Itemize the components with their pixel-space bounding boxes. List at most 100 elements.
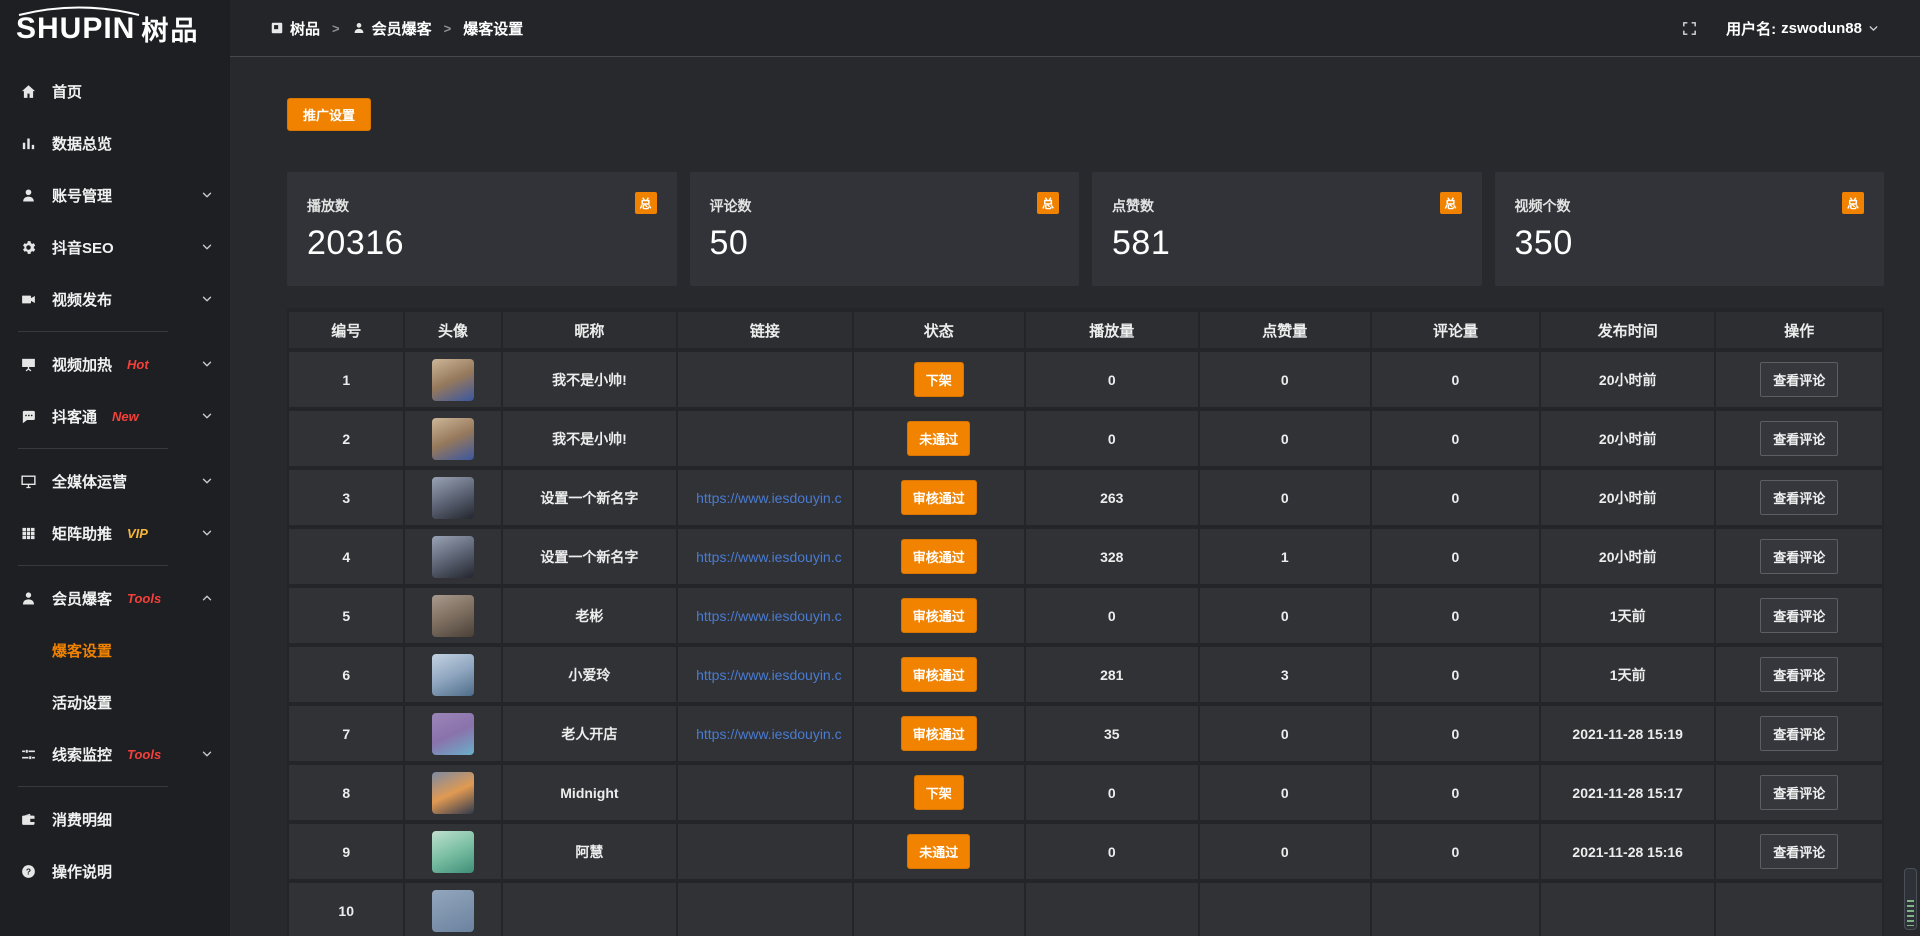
column-header-6: 点赞量 xyxy=(1199,310,1371,350)
sidebar-item-douyin-seo[interactable]: 抖音SEO xyxy=(0,221,230,273)
column-header-8: 发布时间 xyxy=(1540,310,1715,350)
cell-publish-time: 2021-11-28 15:16 xyxy=(1540,822,1715,881)
cell-comments: 0 xyxy=(1371,409,1540,468)
status-button[interactable]: 审核通过 xyxy=(901,480,977,515)
status-button[interactable]: 审核通过 xyxy=(901,716,977,751)
sidebar-item-account-manage[interactable]: 账号管理 xyxy=(0,169,230,221)
chevron-down-icon xyxy=(200,188,214,202)
sidebar-item-consume-detail[interactable]: 消费明细 xyxy=(0,793,230,845)
view-comments-button[interactable]: 查看评论 xyxy=(1760,834,1838,869)
avatar xyxy=(432,359,474,401)
member-icon xyxy=(20,590,37,607)
cell-actions: 查看评论 xyxy=(1715,645,1883,704)
cell-publish-time: 1天前 xyxy=(1540,645,1715,704)
sidebar-item-video-publish[interactable]: 视频发布 xyxy=(0,273,230,325)
breadcrumb-label: 爆客设置 xyxy=(463,18,523,39)
table-row: 10 xyxy=(288,881,1883,936)
view-comments-button[interactable]: 查看评论 xyxy=(1760,598,1838,633)
cell-avatar xyxy=(404,468,501,527)
brand-logo[interactable]: SHUPIN 树品 xyxy=(0,0,230,57)
sidebar-item-label: 操作说明 xyxy=(52,861,112,882)
sidebar-item-label: 视频加热 xyxy=(52,354,112,375)
sidebar-item-operation-guide[interactable]: 操作说明 xyxy=(0,845,230,897)
sidebar-item-video-heat[interactable]: 视频加热 Hot xyxy=(0,338,230,390)
cell-actions: 查看评论 xyxy=(1715,763,1883,822)
sidebar-item-data-overview[interactable]: 数据总览 xyxy=(0,117,230,169)
cell-likes: 0 xyxy=(1199,704,1371,763)
cell-publish-time: 20小时前 xyxy=(1540,409,1715,468)
status-button[interactable]: 审核通过 xyxy=(901,657,977,692)
table-row: 9 阿慧 未通过 0 0 0 2021-11-28 15:16 查看评论 xyxy=(288,822,1883,881)
stat-total-badge: 总 xyxy=(635,192,657,214)
chevron-down-icon xyxy=(200,240,214,254)
status-button[interactable]: 未通过 xyxy=(907,421,970,456)
cell-comments xyxy=(1371,881,1540,936)
view-comments-button[interactable]: 查看评论 xyxy=(1760,421,1838,456)
chevron-down-icon xyxy=(200,409,214,423)
stat-total-badge: 总 xyxy=(1440,192,1462,214)
avatar xyxy=(432,477,474,519)
sidebar-item-media-operation[interactable]: 全媒体运营 xyxy=(0,455,230,507)
breadcrumb-item[interactable]: 爆客设置 xyxy=(463,18,523,39)
status-button[interactable]: 下架 xyxy=(914,775,964,810)
widget-stripes xyxy=(1907,900,1914,926)
link-text[interactable]: https://www.iesdouyin.c xyxy=(678,549,851,565)
stat-card: 点赞数 581 总 xyxy=(1092,172,1482,286)
promo-settings-button[interactable]: 推广设置 xyxy=(287,98,371,131)
link-text[interactable]: https://www.iesdouyin.c xyxy=(678,726,851,742)
chevron-down-icon xyxy=(1867,22,1880,35)
status-button[interactable]: 审核通过 xyxy=(901,539,977,574)
chevron-down-icon xyxy=(200,474,214,488)
cell-status: 审核通过 xyxy=(853,527,1025,586)
view-comments-button[interactable]: 查看评论 xyxy=(1760,716,1838,751)
chevron-down-icon xyxy=(200,526,214,540)
sidebar-item-member-baoke[interactable]: 会员爆客 Tools xyxy=(0,572,230,624)
stat-value: 350 xyxy=(1515,224,1865,263)
cell-link xyxy=(677,881,852,936)
user-menu[interactable]: 用户名: zswodun88 xyxy=(1726,18,1880,39)
status-button[interactable]: 下架 xyxy=(914,362,964,397)
view-comments-button[interactable]: 查看评论 xyxy=(1760,362,1838,397)
sliders-icon xyxy=(20,746,37,763)
cell-nickname: 老彬 xyxy=(502,586,677,645)
grid-icon xyxy=(20,525,37,542)
view-comments-button[interactable]: 查看评论 xyxy=(1760,775,1838,810)
breadcrumb-item[interactable]: 会员爆客 xyxy=(352,18,432,39)
sidebar-item-douketong[interactable]: 抖客通 New xyxy=(0,390,230,442)
link-text[interactable]: https://www.iesdouyin.c xyxy=(678,608,851,624)
sidebar-subitem-activity-settings[interactable]: 活动设置 xyxy=(0,676,230,728)
table-header-row: 编号头像昵称链接状态播放量点赞量评论量发布时间操作 xyxy=(288,310,1883,350)
menu-divider xyxy=(18,565,168,566)
link-text[interactable]: https://www.iesdouyin.c xyxy=(678,667,851,683)
avatar xyxy=(432,713,474,755)
fullscreen-icon[interactable] xyxy=(1681,20,1698,37)
stat-value: 20316 xyxy=(307,224,657,263)
sidebar-subitem-baoke-settings[interactable]: 爆客设置 xyxy=(0,624,230,676)
cell-id: 8 xyxy=(288,763,404,822)
breadcrumb-separator: > xyxy=(444,21,452,36)
sidebar-item-clue-monitor[interactable]: 线索监控 Tools xyxy=(0,728,230,780)
sidebar-item-label: 抖客通 xyxy=(52,406,97,427)
status-button[interactable]: 审核通过 xyxy=(901,598,977,633)
cell-actions: 查看评论 xyxy=(1715,527,1883,586)
status-button[interactable]: 未通过 xyxy=(907,834,970,869)
cell-nickname: 老人开店 xyxy=(502,704,677,763)
sidebar-item-matrix-boost[interactable]: 矩阵助推 VIP xyxy=(0,507,230,559)
sidebar-item-label: 会员爆客 xyxy=(52,588,112,609)
cell-nickname xyxy=(502,881,677,936)
sidebar-item-badge: Tools xyxy=(127,591,161,606)
link-text[interactable]: https://www.iesdouyin.c xyxy=(678,490,851,506)
breadcrumb-label: 树品 xyxy=(290,18,320,39)
chevron-down-icon xyxy=(200,357,214,371)
stat-total-badge: 总 xyxy=(1037,192,1059,214)
view-comments-button[interactable]: 查看评论 xyxy=(1760,539,1838,574)
breadcrumb-item[interactable]: 树品 xyxy=(270,18,320,39)
view-comments-button[interactable]: 查看评论 xyxy=(1760,657,1838,692)
scrollbar-widget[interactable] xyxy=(1904,868,1917,930)
sidebar-item-home[interactable]: 首页 xyxy=(0,65,230,117)
cell-avatar xyxy=(404,409,501,468)
cell-avatar xyxy=(404,645,501,704)
view-comments-button[interactable]: 查看评论 xyxy=(1760,480,1838,515)
app-window: SHUPIN 树品 首页 数据总览 账号管理 抖音SEO 视频发布 视频加热 xyxy=(0,0,1920,936)
cell-link xyxy=(677,763,852,822)
